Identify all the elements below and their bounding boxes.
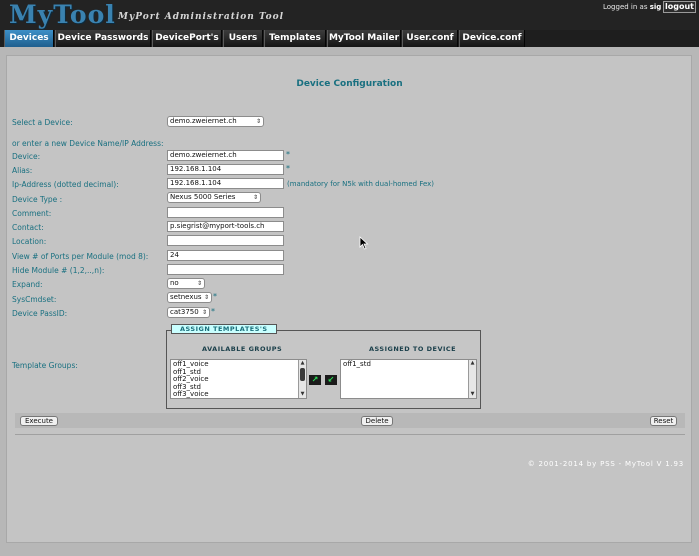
device-type-dropdown[interactable]: Nexus 5000 Series ⇕ <box>167 192 261 203</box>
expand-label: Expand: <box>12 280 43 289</box>
tab-devices[interactable]: Devices <box>4 30 54 47</box>
move-right-button[interactable]: ↗ <box>309 375 321 385</box>
comment-input[interactable] <box>167 207 284 218</box>
available-groups-list[interactable]: off1_voice off1_std off2_voice off3_std … <box>170 359 307 399</box>
ports-input[interactable]: 24 <box>167 250 284 261</box>
app-logo: MyTool <box>9 0 116 29</box>
scroll-down-icon[interactable]: ▼ <box>299 391 306 398</box>
alias-input[interactable]: 192.168.1.104 <box>167 164 284 175</box>
ports-label: View # of Ports per Module (mod 8): <box>12 252 149 261</box>
assigned-list-scrollbar[interactable]: ▲ ▼ <box>468 360 476 398</box>
execute-button[interactable]: Execute <box>20 416 58 426</box>
syscmdset-label: SysCmdset: <box>12 295 57 304</box>
select-device-label: Select a Device: <box>12 118 73 127</box>
delete-button[interactable]: Delete <box>361 416 393 426</box>
tab-user-conf[interactable]: User.conf <box>402 30 458 47</box>
tab-device-conf[interactable]: Device.conf <box>459 30 525 47</box>
alias-required-mark: * <box>286 164 290 173</box>
scroll-up-icon[interactable]: ▲ <box>299 360 306 367</box>
divider <box>15 434 685 435</box>
expand-value: no <box>170 279 179 287</box>
select-device-dropdown[interactable]: demo.zweiernet.ch ⇕ <box>167 116 264 127</box>
header-bar: MyTool MyPort Administration Tool Logged… <box>0 0 699 30</box>
device-input[interactable]: demo.zweiernet.ch <box>167 150 284 161</box>
assigned-groups-list[interactable]: off1_std ▲ ▼ <box>340 359 477 399</box>
passid-label: Device PassID: <box>12 309 68 318</box>
template-groups-label: Template Groups: <box>12 361 78 370</box>
available-list-scrollbar[interactable]: ▲ ▼ <box>298 360 306 398</box>
contact-label: Contact: <box>12 223 44 232</box>
ip-input[interactable]: 192.168.1.104 <box>167 178 284 189</box>
tab-device-ports[interactable]: DevicePort's <box>152 30 222 47</box>
logout-button[interactable]: logout <box>663 1 696 13</box>
login-prefix: Logged in as <box>603 3 648 11</box>
syscmdset-required-mark: * <box>213 292 217 301</box>
move-left-button[interactable]: ↙ <box>325 375 337 385</box>
tab-users[interactable]: Users <box>223 30 263 47</box>
chevron-updown-icon: ⇕ <box>201 309 207 316</box>
device-label: Device: <box>12 152 41 161</box>
login-status: Logged in as sig <box>603 3 661 11</box>
scroll-thumb[interactable] <box>300 368 305 381</box>
device-type-value: Nexus 5000 Series <box>170 193 236 201</box>
scroll-up-icon[interactable]: ▲ <box>469 360 476 367</box>
chevron-updown-icon: ⇕ <box>252 194 258 201</box>
list-item[interactable]: off3_voice <box>173 390 304 398</box>
app-frame: MyTool MyPort Administration Tool Logged… <box>0 0 699 556</box>
hide-module-input[interactable] <box>167 264 284 275</box>
passid-value: cat3750 <box>170 308 199 316</box>
location-input[interactable] <box>167 235 284 246</box>
assign-templates-legend: ASSIGN TEMPLATES'S <box>171 324 277 334</box>
hide-module-label: Hide Module # (1,2,..,n): <box>12 266 105 275</box>
content-panel <box>6 55 692 543</box>
chevron-updown-icon: ⇕ <box>196 280 202 287</box>
passid-dropdown[interactable]: cat3750 ⇕ <box>167 307 210 318</box>
list-item[interactable]: off1_std <box>343 360 474 369</box>
reset-button[interactable]: Reset <box>650 416 677 426</box>
available-groups-header: AVAILABLE GROUPS <box>202 345 283 353</box>
syscmdset-value: setnexus <box>170 293 202 301</box>
alias-label: Alias: <box>12 166 33 175</box>
location-label: Location: <box>12 237 47 246</box>
action-bar <box>15 413 685 428</box>
tab-templates[interactable]: Templates <box>264 30 326 47</box>
passid-required-mark: * <box>211 307 215 316</box>
chevron-updown-icon: ⇕ <box>203 294 209 301</box>
main-nav: Devices Device Passwords DevicePort's Us… <box>0 30 699 47</box>
login-user: sig <box>649 3 662 11</box>
new-device-label: or enter a new Device Name/IP Address: <box>12 139 164 148</box>
arrow-left-icon: ↙ <box>327 375 335 384</box>
syscmdset-dropdown[interactable]: setnexus ⇕ <box>167 292 212 303</box>
ip-label: Ip-Address (dotted decimal): <box>12 180 119 189</box>
tab-mytool-mailer[interactable]: MyTool Mailer <box>327 30 401 47</box>
device-required-mark: * <box>286 150 290 159</box>
expand-dropdown[interactable]: no ⇕ <box>167 278 205 289</box>
device-type-label: Device Type : <box>12 195 63 204</box>
chevron-updown-icon: ⇕ <box>255 118 261 125</box>
copyright-text: © 2001-2014 by PSS - MyTool V 1.93 <box>527 460 684 468</box>
app-tagline: MyPort Administration Tool <box>118 12 285 22</box>
ip-note: (mandatory for N5k with dual-homed Fex) <box>287 180 435 188</box>
mouse-cursor-icon <box>359 236 369 250</box>
tab-device-passwords[interactable]: Device Passwords <box>55 30 151 47</box>
select-device-value: demo.zweiernet.ch <box>170 117 237 125</box>
scroll-down-icon[interactable]: ▼ <box>469 391 476 398</box>
contact-input[interactable]: p.siegrist@myport-tools.ch <box>167 221 284 232</box>
assigned-groups-header: ASSIGNED TO DEVICE <box>369 345 457 353</box>
page-title: Device Configuration <box>296 79 403 89</box>
arrow-right-icon: ↗ <box>311 375 319 384</box>
comment-label: Comment: <box>12 209 52 218</box>
